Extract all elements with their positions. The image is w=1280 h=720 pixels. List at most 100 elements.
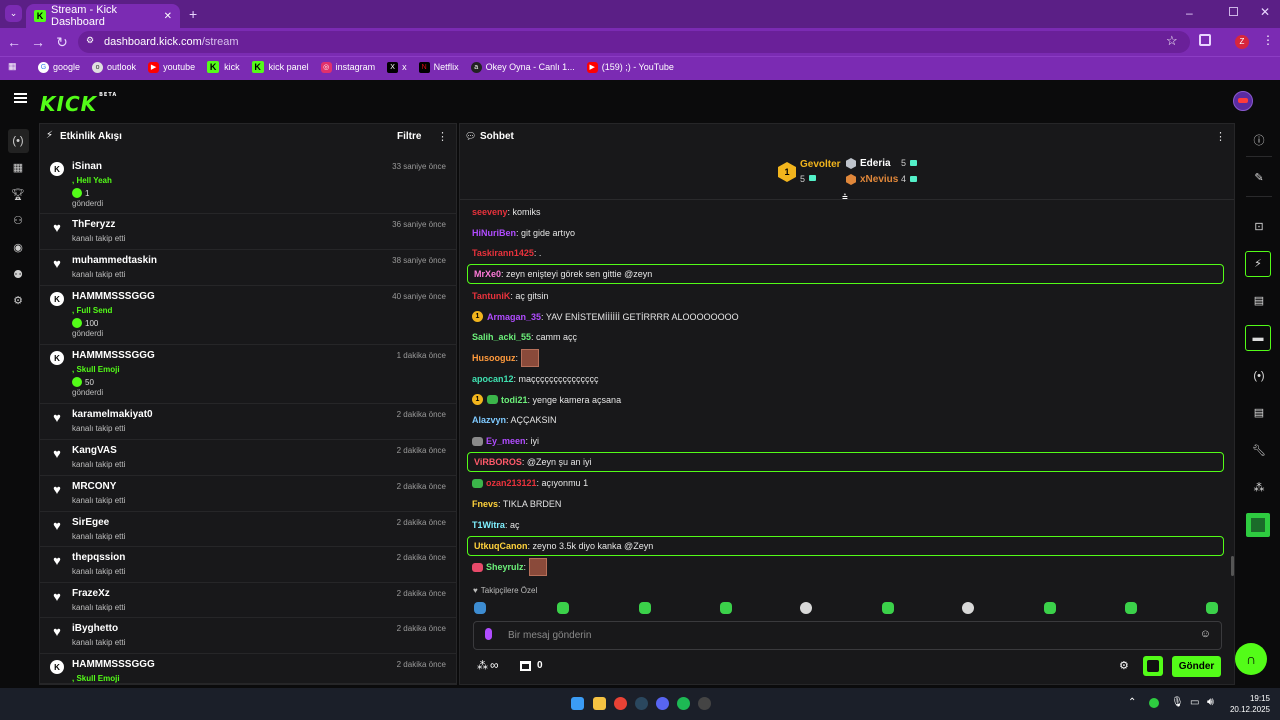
address-bar[interactable]: dashboard.kick.com/stream <box>78 31 1190 53</box>
send-button[interactable]: Gönder <box>1172 656 1221 677</box>
nav-analytics-icon[interactable]: ▦ <box>9 159 27 177</box>
chat-username[interactable]: TantuniK <box>472 291 510 301</box>
chat-username[interactable]: Alazvyn <box>472 415 506 425</box>
chat-message[interactable]: ozan213121: açıyonmu 1 <box>472 478 588 488</box>
event-user-name[interactable]: iSinan <box>72 161 102 172</box>
quick-emote-icon[interactable] <box>1044 602 1056 614</box>
chat-settings-icon[interactable]: ⚙ <box>1119 659 1129 672</box>
menu-icon[interactable]: ⋮ <box>1262 33 1274 47</box>
quick-emote-icon[interactable] <box>1125 602 1137 614</box>
activity-toggle-icon[interactable]: ⚡︎ <box>1245 251 1271 277</box>
chat-menu-icon[interactable]: ⋮ <box>1215 130 1226 143</box>
chat-username[interactable]: seeveny <box>472 207 508 217</box>
quick-emote-icon[interactable] <box>882 602 894 614</box>
spotify-icon[interactable] <box>677 697 690 710</box>
microphone-icon[interactable] <box>485 628 492 640</box>
event-user-name[interactable]: HAMMMSSSGGG <box>72 659 155 670</box>
nav-users-icon[interactable]: ⚉ <box>9 266 27 284</box>
windows-start-icon[interactable] <box>571 697 584 710</box>
chat-username[interactable]: Husooguz <box>472 353 516 363</box>
nav-settings-icon[interactable]: ⚙ <box>9 292 27 310</box>
broadcast-icon[interactable]: (•) <box>1250 367 1268 385</box>
nav-community-icon[interactable]: ⚇ <box>9 212 27 230</box>
support-chat-icon[interactable]: ∩ <box>1235 643 1267 675</box>
activity-event[interactable]: ♥ karamelmakiyat0 2 dakika önce kanalı taki… <box>40 404 456 440</box>
chat-message[interactable]: Taskirann1425: . <box>472 248 541 258</box>
activity-event[interactable]: ♥ SirEgee 2 dakika önce kanalı takip etti <box>40 512 456 547</box>
bookmark-instagram[interactable]: ◎ instagram <box>320 61 375 73</box>
filter-button[interactable]: Filtre <box>397 131 421 142</box>
activity-event[interactable]: ♥ FrazeXz 2 dakika önce kanalı takip etti <box>40 583 456 618</box>
activity-event[interactable]: ♥ KangVAS 2 dakika önce kanalı takip etti <box>40 440 456 476</box>
shop-icon[interactable] <box>520 661 531 671</box>
chat-username[interactable]: apocan12 <box>472 374 514 384</box>
chat-username[interactable]: Ey_meen <box>486 436 526 446</box>
bookmark-google[interactable]: Ggoogle <box>38 61 80 73</box>
chat-username[interactable]: Armagan_35 <box>487 312 541 322</box>
chat-username[interactable]: Taskirann1425 <box>472 248 534 258</box>
leader-3-name[interactable]: xNevius <box>860 174 898 185</box>
chat-input[interactable]: Bir mesaj gönderin ☺ <box>473 621 1222 650</box>
chat-message[interactable]: seeveny: komiks <box>472 207 541 217</box>
extension-app-icon[interactable] <box>1246 513 1270 537</box>
forward-icon[interactable]: → <box>27 28 49 56</box>
discord-icon[interactable] <box>656 697 669 710</box>
activity-event[interactable]: ♥ thepqssion 2 dakika önce kanalı takip ett… <box>40 547 456 583</box>
chat-username[interactable]: T1Witra <box>472 520 505 530</box>
activity-event[interactable]: K HAMMMSSSGGG 1 dakika önce , Skull Emoji 50… <box>40 345 456 404</box>
clock-time[interactable]: 19:15 <box>1236 694 1270 703</box>
event-user-name[interactable]: karamelmakiyat0 <box>72 409 153 420</box>
chat-message[interactable]: MrXe0: zeyn enişteyi görek sen gittie @z… <box>474 269 652 279</box>
chat-username[interactable]: Fnevs <box>472 499 498 509</box>
bookmark-youtube-2[interactable]: ▶ (159) ;) - YouTube <box>586 61 674 73</box>
event-user-name[interactable]: MRCONY <box>72 481 116 492</box>
quick-emote-icon[interactable] <box>962 602 974 614</box>
chat-message[interactable]: 1 todi21: yenge kamera açsana <box>472 394 621 405</box>
activity-event[interactable]: K HAMMMSSSGGG 2 dakika önce , Skull Emoji <box>40 654 456 684</box>
event-user-name[interactable]: FrazeXz <box>72 588 110 599</box>
quick-emote-icon[interactable] <box>557 602 569 614</box>
activity-event[interactable]: ♥ muhammedtaskin 38 saniye önce kanalı taki… <box>40 250 456 286</box>
chat-message[interactable]: TantuniK: aç gitsin <box>472 291 548 301</box>
camera-icon[interactable]: ⊡ <box>1250 218 1268 236</box>
new-tab-button[interactable]: + <box>189 6 197 22</box>
activity-event[interactable]: ♥ ThFeryzz 36 saniye önce kanalı takip etti <box>40 214 456 250</box>
bookmark-x[interactable]: Xx <box>387 61 407 73</box>
server-icon[interactable]: ▤ <box>1250 404 1268 422</box>
chat-username[interactable]: Sheyrulz <box>486 562 524 572</box>
activity-event[interactable]: ♥ iByghetto 2 dakika önce kanalı takip etti <box>40 618 456 654</box>
restore-button[interactable] <box>1229 7 1238 16</box>
apps-grid-icon[interactable]: ▦ <box>8 61 19 72</box>
notes-icon[interactable]: ▤ <box>1250 292 1268 310</box>
bookmark-okey[interactable]: a Okey Oyna - Canlı 1... <box>470 61 575 73</box>
chat-username[interactable]: todi21 <box>501 395 528 405</box>
leader-1-name[interactable]: Gevolter <box>800 159 841 170</box>
profile-avatar[interactable]: Z <box>1235 35 1249 49</box>
edit-pencil-icon[interactable]: ✎ <box>1250 169 1268 187</box>
chat-message[interactable]: Fnevs: TIKLA BRDEN <box>472 499 561 509</box>
steam-icon[interactable] <box>635 697 648 710</box>
back-icon[interactable]: ← <box>3 28 25 56</box>
bookmark-netflix[interactable]: N Netflix <box>418 61 459 73</box>
activity-menu-icon[interactable]: ⋮ <box>437 130 448 143</box>
chat-message[interactable]: HiNuriBen: git gide artıyo <box>472 228 575 238</box>
bookmark-youtube[interactable]: ▶ youtube <box>148 61 195 73</box>
chat-message[interactable]: Alazvyn: AÇÇAKSIN <box>472 415 557 425</box>
minimize-button[interactable]: – <box>1186 6 1193 20</box>
activity-event[interactable]: K HAMMMSSSGGG 40 saniye önce , Full Send 100… <box>40 286 456 345</box>
hamburger-menu-icon[interactable] <box>14 93 27 103</box>
info-icon[interactable]: ⓘ <box>1250 132 1268 150</box>
clock-date[interactable]: 20.12.2025 <box>1226 705 1270 714</box>
chat-username[interactable]: ViRBOROS <box>474 457 522 467</box>
chat-message[interactable]: Husooguz: <box>472 349 540 367</box>
emoji-picker-icon[interactable]: ☺ <box>1200 628 1211 640</box>
event-user-name[interactable]: ThFeryzz <box>72 219 115 230</box>
event-user-name[interactable]: thepqssion <box>72 552 125 563</box>
tray-network-icon[interactable]: ▭ <box>1190 697 1199 708</box>
chat-toggle-icon[interactable]: ▬ <box>1245 325 1271 351</box>
event-user-name[interactable]: muhammedtaskin <box>72 255 157 266</box>
tab-list-button[interactable]: ⌄ <box>5 5 22 22</box>
activity-event[interactable]: ♥ MRCONY 2 dakika önce kanalı takip etti <box>40 476 456 512</box>
site-info-icon[interactable]: ⚙ <box>86 35 98 47</box>
event-user-name[interactable]: KangVAS <box>72 445 117 456</box>
